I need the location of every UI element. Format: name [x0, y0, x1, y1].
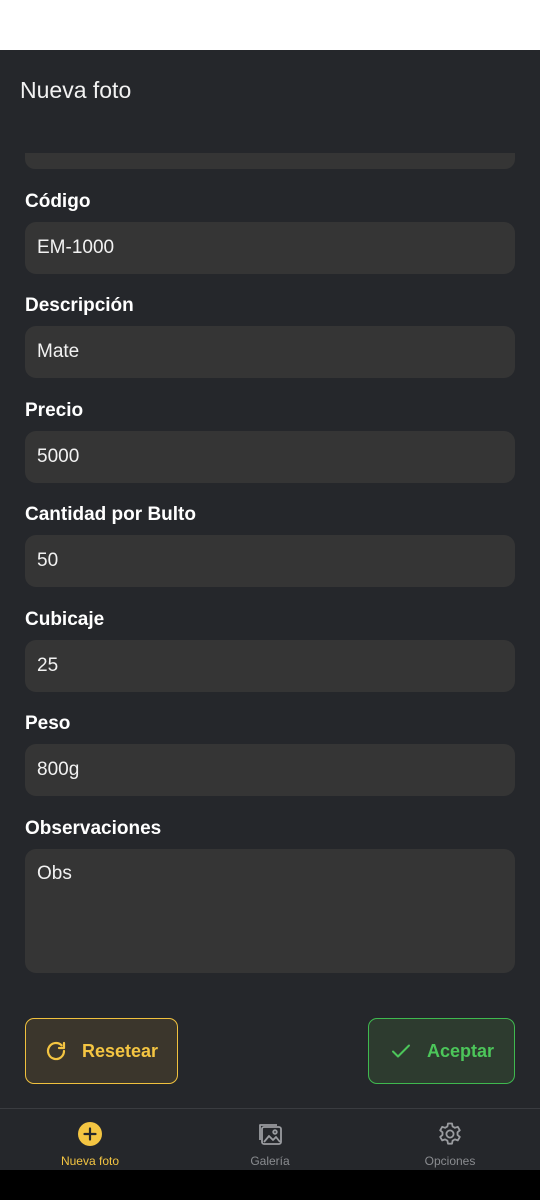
nav-item-label: Galería [250, 1154, 290, 1168]
nav-item-label: Opciones [424, 1154, 476, 1168]
field-label-descripcion: Descripción [25, 295, 134, 316]
app-header: Nueva foto [0, 50, 540, 136]
partial-field-input[interactable] [25, 153, 515, 169]
refresh-icon [46, 1041, 66, 1061]
image-icon [259, 1124, 282, 1145]
app-screen: Nueva foto Código Descripción Precio Can… [0, 50, 540, 1170]
system-navigation-bar [0, 1170, 540, 1200]
field-cubicaje: Cubicaje [25, 608, 515, 692]
field-label-observaciones: Observaciones [25, 818, 162, 839]
peso-input[interactable] [25, 744, 515, 796]
reset-button[interactable]: Resetear [25, 1018, 178, 1084]
observaciones-textarea[interactable]: Obs [25, 849, 515, 973]
status-bar [0, 0, 540, 50]
field-label-codigo: Código [25, 191, 91, 212]
field-descripcion: Descripción [25, 294, 515, 378]
accept-button[interactable]: Aceptar [368, 1018, 515, 1084]
check-icon [392, 1044, 410, 1058]
precio-input[interactable] [25, 431, 515, 483]
form-actions: Resetear Aceptar [0, 1018, 540, 1108]
descripcion-input[interactable] [25, 326, 515, 378]
accept-button-label: Aceptar [427, 1040, 495, 1061]
field-label-cantidad-por-bulto: Cantidad por Bulto [25, 504, 196, 525]
field-peso: Peso [25, 712, 515, 796]
bottom-navigation: Nueva foto Galería Opciones [0, 1108, 540, 1170]
cantidad-por-bulto-input[interactable] [25, 535, 515, 587]
nav-item-label: Nueva foto [60, 1154, 120, 1168]
field-label-cubicaje: Cubicaje [25, 609, 105, 630]
codigo-input[interactable] [25, 222, 515, 274]
add-circle-icon [78, 1122, 102, 1146]
field-codigo: Código [25, 190, 515, 274]
nav-item-galeria[interactable]: Galería [220, 1109, 320, 1170]
reset-button-label: Resetear [82, 1040, 159, 1061]
nav-item-nueva-foto[interactable]: Nueva foto [40, 1109, 140, 1170]
page-title: Nueva foto [20, 77, 132, 103]
cubicaje-input[interactable] [25, 640, 515, 692]
nav-item-opciones[interactable]: Opciones [400, 1109, 500, 1170]
field-observaciones: Observaciones Obs [25, 817, 515, 973]
gear-icon [439, 1122, 461, 1145]
field-precio: Precio [25, 399, 515, 483]
product-form[interactable]: Código Descripción Precio Cantidad por B… [0, 136, 540, 1020]
field-cantidad-por-bulto: Cantidad por Bulto [25, 503, 515, 587]
field-label-peso: Peso [25, 713, 71, 734]
field-label-precio: Precio [25, 400, 84, 421]
